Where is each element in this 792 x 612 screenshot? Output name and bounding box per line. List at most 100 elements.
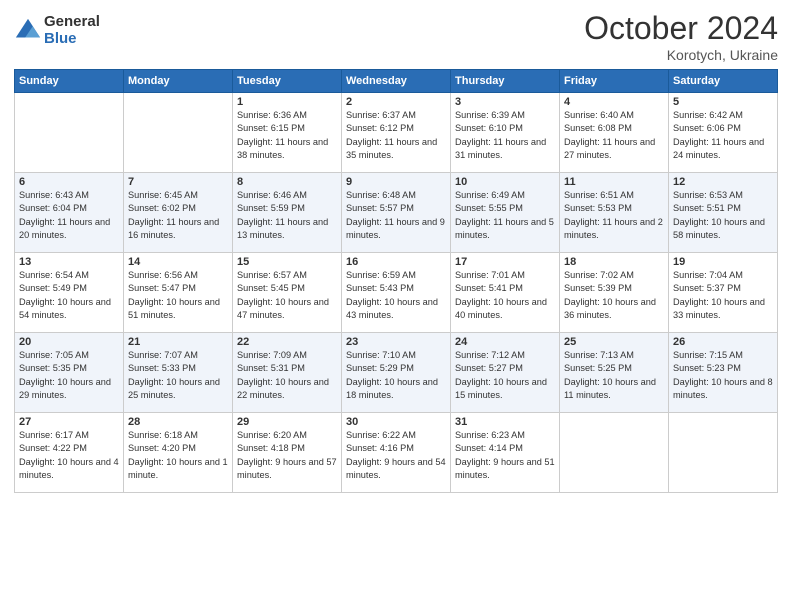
day-info: Sunrise: 6:17 AMSunset: 4:22 PMDaylight:…	[19, 429, 119, 482]
table-row: 4Sunrise: 6:40 AMSunset: 6:08 PMDaylight…	[560, 93, 669, 173]
logo-icon	[14, 17, 42, 45]
day-number: 11	[564, 176, 664, 188]
day-info: Sunrise: 6:49 AMSunset: 5:55 PMDaylight:…	[455, 189, 555, 242]
day-number: 22	[237, 336, 337, 348]
day-number: 31	[455, 416, 555, 428]
logo-blue: Blue	[44, 31, 100, 48]
day-number: 29	[237, 416, 337, 428]
day-number: 3	[455, 96, 555, 108]
day-number: 25	[564, 336, 664, 348]
day-number: 19	[673, 256, 773, 268]
day-info: Sunrise: 6:22 AMSunset: 4:16 PMDaylight:…	[346, 429, 446, 482]
table-row: 3Sunrise: 6:39 AMSunset: 6:10 PMDaylight…	[451, 93, 560, 173]
table-row: 23Sunrise: 7:10 AMSunset: 5:29 PMDayligh…	[342, 333, 451, 413]
day-info: Sunrise: 7:01 AMSunset: 5:41 PMDaylight:…	[455, 269, 555, 322]
day-info: Sunrise: 6:54 AMSunset: 5:49 PMDaylight:…	[19, 269, 119, 322]
table-row: 18Sunrise: 7:02 AMSunset: 5:39 PMDayligh…	[560, 253, 669, 333]
day-info: Sunrise: 6:39 AMSunset: 6:10 PMDaylight:…	[455, 109, 555, 162]
col-sunday: Sunday	[15, 70, 124, 93]
table-row: 28Sunrise: 6:18 AMSunset: 4:20 PMDayligh…	[124, 413, 233, 493]
table-row: 24Sunrise: 7:12 AMSunset: 5:27 PMDayligh…	[451, 333, 560, 413]
table-row: 22Sunrise: 7:09 AMSunset: 5:31 PMDayligh…	[233, 333, 342, 413]
day-number: 28	[128, 416, 228, 428]
day-info: Sunrise: 7:05 AMSunset: 5:35 PMDaylight:…	[19, 349, 119, 402]
day-number: 9	[346, 176, 446, 188]
table-row: 19Sunrise: 7:04 AMSunset: 5:37 PMDayligh…	[669, 253, 778, 333]
day-number: 21	[128, 336, 228, 348]
day-number: 18	[564, 256, 664, 268]
day-info: Sunrise: 6:42 AMSunset: 6:06 PMDaylight:…	[673, 109, 773, 162]
col-wednesday: Wednesday	[342, 70, 451, 93]
day-info: Sunrise: 6:36 AMSunset: 6:15 PMDaylight:…	[237, 109, 337, 162]
col-friday: Friday	[560, 70, 669, 93]
day-info: Sunrise: 6:23 AMSunset: 4:14 PMDaylight:…	[455, 429, 555, 482]
day-info: Sunrise: 6:59 AMSunset: 5:43 PMDaylight:…	[346, 269, 446, 322]
day-info: Sunrise: 7:13 AMSunset: 5:25 PMDaylight:…	[564, 349, 664, 402]
table-row: 30Sunrise: 6:22 AMSunset: 4:16 PMDayligh…	[342, 413, 451, 493]
table-row: 29Sunrise: 6:20 AMSunset: 4:18 PMDayligh…	[233, 413, 342, 493]
day-info: Sunrise: 6:51 AMSunset: 5:53 PMDaylight:…	[564, 189, 664, 242]
table-row: 25Sunrise: 7:13 AMSunset: 5:25 PMDayligh…	[560, 333, 669, 413]
day-number: 14	[128, 256, 228, 268]
day-number: 15	[237, 256, 337, 268]
day-number: 27	[19, 416, 119, 428]
logo-general: General	[44, 14, 100, 31]
day-info: Sunrise: 7:07 AMSunset: 5:33 PMDaylight:…	[128, 349, 228, 402]
location: Korotych, Ukraine	[584, 47, 778, 63]
calendar-table: Sunday Monday Tuesday Wednesday Thursday…	[14, 69, 778, 493]
table-row: 16Sunrise: 6:59 AMSunset: 5:43 PMDayligh…	[342, 253, 451, 333]
table-row: 12Sunrise: 6:53 AMSunset: 5:51 PMDayligh…	[669, 173, 778, 253]
table-row: 27Sunrise: 6:17 AMSunset: 4:22 PMDayligh…	[15, 413, 124, 493]
day-number: 16	[346, 256, 446, 268]
logo: General Blue	[14, 14, 100, 47]
calendar-body: 1Sunrise: 6:36 AMSunset: 6:15 PMDaylight…	[15, 93, 778, 493]
day-number: 6	[19, 176, 119, 188]
day-number: 1	[237, 96, 337, 108]
col-thursday: Thursday	[451, 70, 560, 93]
day-info: Sunrise: 7:02 AMSunset: 5:39 PMDaylight:…	[564, 269, 664, 322]
table-row: 6Sunrise: 6:43 AMSunset: 6:04 PMDaylight…	[15, 173, 124, 253]
table-row: 11Sunrise: 6:51 AMSunset: 5:53 PMDayligh…	[560, 173, 669, 253]
day-info: Sunrise: 6:46 AMSunset: 5:59 PMDaylight:…	[237, 189, 337, 242]
month-title: October 2024	[584, 10, 778, 47]
table-row: 15Sunrise: 6:57 AMSunset: 5:45 PMDayligh…	[233, 253, 342, 333]
day-info: Sunrise: 7:09 AMSunset: 5:31 PMDaylight:…	[237, 349, 337, 402]
day-number: 13	[19, 256, 119, 268]
table-row: 13Sunrise: 6:54 AMSunset: 5:49 PMDayligh…	[15, 253, 124, 333]
table-row: 10Sunrise: 6:49 AMSunset: 5:55 PMDayligh…	[451, 173, 560, 253]
day-number: 5	[673, 96, 773, 108]
day-info: Sunrise: 6:20 AMSunset: 4:18 PMDaylight:…	[237, 429, 337, 482]
table-row: 31Sunrise: 6:23 AMSunset: 4:14 PMDayligh…	[451, 413, 560, 493]
day-info: Sunrise: 6:40 AMSunset: 6:08 PMDaylight:…	[564, 109, 664, 162]
header: General Blue October 2024 Korotych, Ukra…	[14, 10, 778, 63]
day-info: Sunrise: 6:48 AMSunset: 5:57 PMDaylight:…	[346, 189, 446, 242]
table-row: 14Sunrise: 6:56 AMSunset: 5:47 PMDayligh…	[124, 253, 233, 333]
day-info: Sunrise: 7:04 AMSunset: 5:37 PMDaylight:…	[673, 269, 773, 322]
day-number: 2	[346, 96, 446, 108]
day-number: 23	[346, 336, 446, 348]
table-row: 21Sunrise: 7:07 AMSunset: 5:33 PMDayligh…	[124, 333, 233, 413]
table-row: 17Sunrise: 7:01 AMSunset: 5:41 PMDayligh…	[451, 253, 560, 333]
table-row: 7Sunrise: 6:45 AMSunset: 6:02 PMDaylight…	[124, 173, 233, 253]
day-number: 17	[455, 256, 555, 268]
table-row	[124, 93, 233, 173]
day-number: 10	[455, 176, 555, 188]
table-row	[560, 413, 669, 493]
col-saturday: Saturday	[669, 70, 778, 93]
day-info: Sunrise: 6:43 AMSunset: 6:04 PMDaylight:…	[19, 189, 119, 242]
table-row: 8Sunrise: 6:46 AMSunset: 5:59 PMDaylight…	[233, 173, 342, 253]
day-number: 12	[673, 176, 773, 188]
day-number: 4	[564, 96, 664, 108]
table-row: 1Sunrise: 6:36 AMSunset: 6:15 PMDaylight…	[233, 93, 342, 173]
day-info: Sunrise: 6:18 AMSunset: 4:20 PMDaylight:…	[128, 429, 228, 482]
day-info: Sunrise: 7:10 AMSunset: 5:29 PMDaylight:…	[346, 349, 446, 402]
day-number: 30	[346, 416, 446, 428]
col-tuesday: Tuesday	[233, 70, 342, 93]
day-number: 26	[673, 336, 773, 348]
table-row: 26Sunrise: 7:15 AMSunset: 5:23 PMDayligh…	[669, 333, 778, 413]
day-info: Sunrise: 6:37 AMSunset: 6:12 PMDaylight:…	[346, 109, 446, 162]
calendar-page: General Blue October 2024 Korotych, Ukra…	[0, 0, 792, 612]
table-row: 9Sunrise: 6:48 AMSunset: 5:57 PMDaylight…	[342, 173, 451, 253]
day-number: 8	[237, 176, 337, 188]
table-row	[669, 413, 778, 493]
